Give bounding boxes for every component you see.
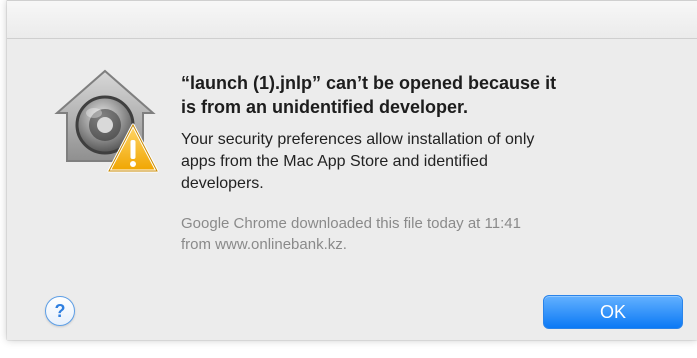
ok-button[interactable]: OK [543,295,683,329]
dialog-top-bar [7,1,697,39]
dialog-title: “launch (1).jnlp” can’t be opened becaus… [181,73,557,117]
dialog-content: “launch (1).jnlp” can’t be opened becaus… [181,71,671,255]
unidentified-developer-alert: “launch (1).jnlp” can’t be opened becaus… [7,0,697,340]
security-lock-warning-icon [45,63,165,183]
dialog-message: Your security preferences allow installa… [181,131,535,192]
security-lock-warning-icon-svg [54,69,159,173]
help-button[interactable]: ? [45,296,75,326]
help-icon: ? [54,300,66,321]
download-source-text: Google Chrome downloaded this file today… [181,215,521,253]
